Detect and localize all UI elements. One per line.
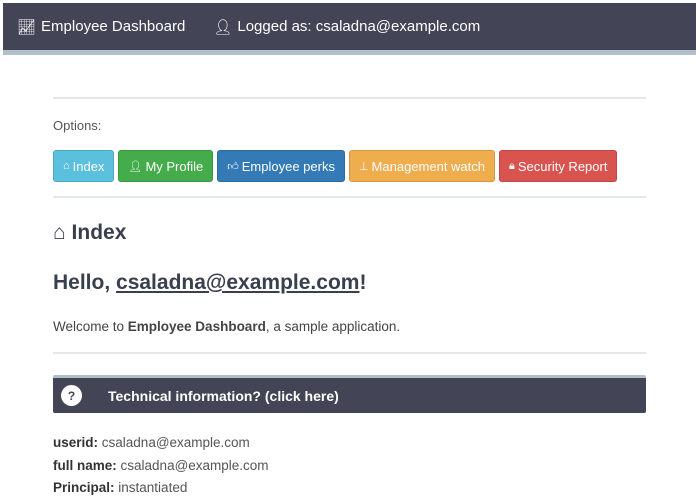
info-value: csaladna@example.com	[101, 435, 250, 450]
options-label: Options:	[53, 118, 102, 133]
divider	[53, 97, 646, 99]
hello-prefix: Hello,	[53, 271, 117, 294]
welcome-text: Welcome to Employee Dashboard, a sample …	[53, 319, 400, 334]
page-title-text: Index	[71, 221, 127, 244]
button-label: My Profile	[145, 158, 204, 174]
info-full-name: full name: csaladna@example.com	[53, 458, 269, 473]
user-email-link[interactable]: csaladna@example.com	[116, 271, 359, 294]
index-button[interactable]: ⌂ Index	[53, 150, 115, 182]
info-userid: userid: csaladna@example.com	[53, 435, 250, 450]
welcome-suffix: , a sample application.	[265, 319, 401, 334]
welcome-prefix: Welcome to	[53, 319, 128, 334]
brand-label: Employee Dashboard	[41, 18, 186, 35]
info-principal: Principal: instantiated	[53, 480, 187, 495]
app-name: Employee Dashboard	[127, 319, 266, 334]
info-label: Principal:	[53, 480, 115, 495]
question-icon: ?	[61, 385, 82, 406]
security-report-button[interactable]: 🔒︎ Security Report	[499, 150, 618, 182]
button-label: Employee perks	[241, 158, 335, 174]
navbar: 📈︎ Employee Dashboard 👤︎ Logged as: csalad…	[3, 3, 696, 55]
button-label: Management watch	[371, 158, 485, 174]
line-chart-icon: 📈︎	[17, 18, 37, 36]
divider	[53, 196, 646, 198]
brand-link[interactable]: 📈︎ Employee Dashboard	[17, 18, 185, 36]
management-watch-button[interactable]: ⊥ Management watch	[348, 150, 495, 182]
user-label: Logged as: csaladna@example.com	[237, 18, 481, 35]
employee-perks-button[interactable]: 👍︎ Employee perks	[217, 150, 345, 182]
hello-heading: Hello, csaladna@example.com!	[53, 271, 366, 295]
lock-icon: 🔒︎	[509, 159, 515, 172]
logged-user: 👤︎ Logged as: csaladna@example.com	[213, 18, 480, 36]
panel-title: Technical information? (click here)	[108, 387, 339, 404]
info-value: csaladna@example.com	[120, 458, 269, 473]
home-icon: ⌂	[63, 160, 70, 172]
user-icon: 👤︎	[128, 160, 143, 173]
button-label: Security Report	[517, 158, 608, 174]
hello-suffix: !	[359, 271, 367, 294]
divider	[53, 352, 646, 354]
thumbs-up-icon: 👍︎	[227, 160, 239, 173]
options-buttons: ⌂ Index 👤︎ My Profile 👍︎ Employee perks ⊥ Ma…	[53, 150, 618, 182]
my-profile-button[interactable]: 👤︎ My Profile	[118, 150, 214, 182]
sitemap-icon: ⊥	[358, 160, 369, 173]
info-value: instantiated	[118, 480, 188, 495]
page-title: ⌂ Index	[53, 221, 126, 245]
info-label: full name:	[53, 458, 117, 473]
technical-info-toggle[interactable]: ? Technical information? (click here)	[53, 375, 646, 413]
home-icon: ⌂	[53, 221, 72, 244]
info-label: userid:	[53, 435, 99, 450]
user-icon: 👤︎	[213, 18, 233, 36]
button-label: Index	[72, 158, 105, 174]
